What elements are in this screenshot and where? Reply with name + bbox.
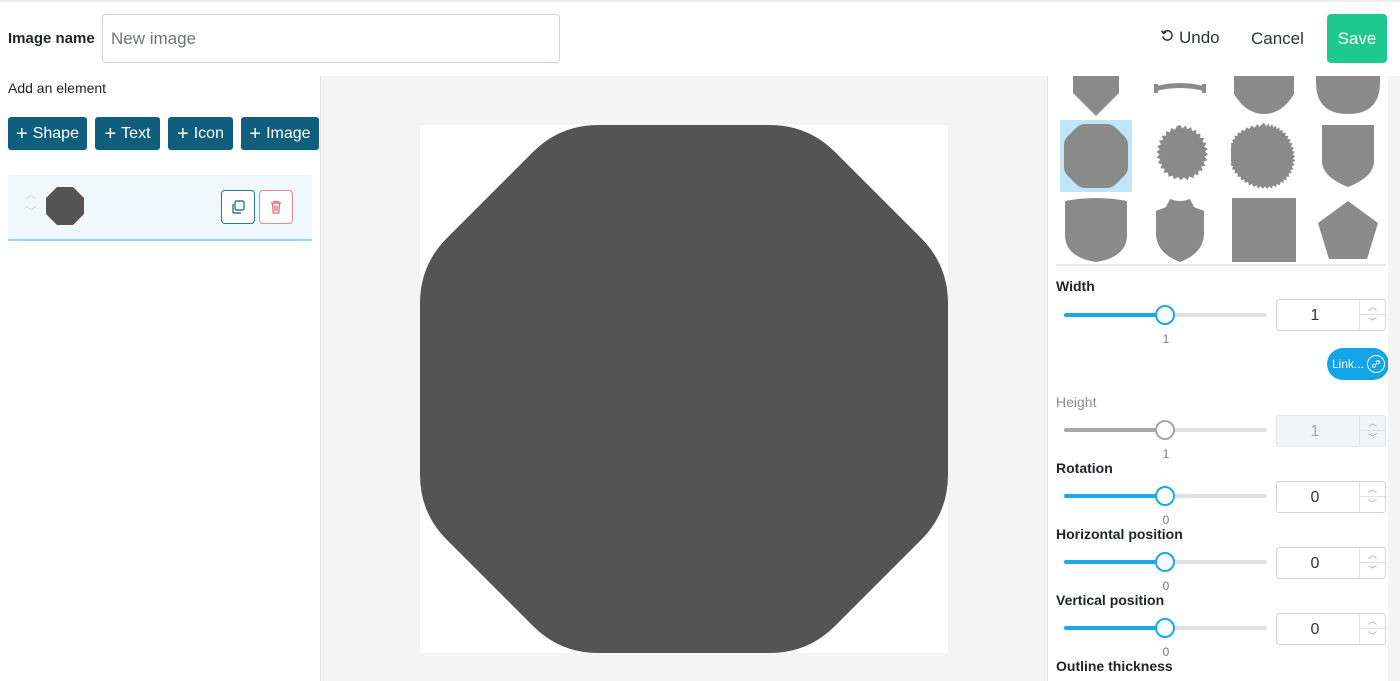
width-input-value: 1	[1310, 307, 1320, 324]
properties-panel: Width 1 1 ︿ ﹀ Link... Height 1 1 ︿ ﹀ Rotat…	[1047, 76, 1400, 681]
height-slider	[1064, 420, 1267, 440]
width-slider-value: 1	[1162, 332, 1170, 346]
design-canvas[interactable]	[420, 125, 948, 653]
add-element-label: Add an element	[8, 80, 107, 96]
horizontal-position-slider-value: 0	[1162, 579, 1170, 593]
add-icon-button[interactable]: + Icon	[168, 117, 233, 150]
image-name-input[interactable]	[102, 14, 560, 63]
shape-shield-pointed[interactable]	[1060, 76, 1132, 118]
plus-icon: +	[16, 122, 28, 145]
undo-button[interactable]: Undo	[1160, 28, 1220, 48]
horizontal-position-input-value: 0	[1310, 555, 1320, 572]
shape-picker	[1056, 76, 1386, 266]
add-image-label: Image	[266, 124, 311, 142]
increment-icon[interactable]: ︿	[1360, 548, 1385, 563]
width-slider[interactable]	[1064, 305, 1267, 325]
shape-shield-crest[interactable]	[1144, 194, 1216, 266]
app-root: Image name Undo Cancel Save Add an eleme…	[0, 0, 1400, 681]
height-input: 1 ︿ ﹀	[1276, 415, 1386, 447]
canvas-octagon-shape[interactable]	[420, 125, 948, 653]
chevron-down-icon[interactable]: ﹀	[24, 204, 38, 221]
decrement-icon: ﹀	[1367, 433, 1377, 443]
width-input[interactable]: 1 ︿ ﹀	[1276, 299, 1386, 331]
shape-starburst-large[interactable]	[1228, 120, 1300, 192]
shape-shield-tall[interactable]	[1060, 194, 1132, 266]
plus-icon: +	[249, 122, 262, 145]
rotation-input-value: 0	[1310, 489, 1320, 506]
canvas-area	[320, 76, 1047, 681]
horizontal-position-input[interactable]: 0 ︿ ﹀	[1276, 547, 1386, 579]
vertical-position-label: Vertical position	[1056, 592, 1165, 608]
rotation-label: Rotation	[1056, 460, 1113, 476]
duplicate-icon	[232, 200, 245, 214]
shape-octagon[interactable]	[1060, 120, 1132, 192]
decrement-icon[interactable]: ﹀	[1360, 315, 1385, 330]
vertical-position-input-value: 0	[1310, 621, 1320, 638]
trash-icon	[271, 200, 281, 214]
undo-icon	[1160, 28, 1175, 48]
increment-icon[interactable]: ︿	[1360, 300, 1385, 315]
height-input-value: 1	[1310, 423, 1320, 440]
link-icon	[1367, 355, 1386, 373]
add-image-button[interactable]: + Image	[241, 117, 319, 150]
shape-pentagon[interactable]	[1312, 194, 1384, 266]
undo-label: Undo	[1179, 28, 1220, 47]
elements-panel: Add an element + Shape + Text + Icon + I…	[0, 76, 320, 681]
save-button[interactable]: Save	[1327, 14, 1387, 63]
add-shape-button[interactable]: + Shape	[8, 117, 87, 150]
rotation-slider[interactable]	[1064, 486, 1267, 506]
chevron-up-icon[interactable]: ︿	[24, 187, 38, 204]
decrement-icon[interactable]: ﹀	[1360, 563, 1385, 578]
add-icon-label: Icon	[193, 124, 224, 142]
vertical-position-slider[interactable]	[1064, 618, 1267, 638]
add-text-button[interactable]: + Text	[95, 117, 160, 150]
properties-scrollbar[interactable]	[1388, 76, 1400, 681]
layer-item[interactable]: ︿ ﹀	[8, 175, 312, 241]
vertical-position-input[interactable]: 0 ︿ ﹀	[1276, 613, 1386, 645]
plus-icon: +	[104, 122, 117, 145]
shape-banner-ribbon[interactable]	[1144, 76, 1216, 118]
increment-icon[interactable]: ︿	[1360, 482, 1385, 497]
shape-square[interactable]	[1228, 194, 1300, 266]
rotation-input[interactable]: 0 ︿ ﹀	[1276, 481, 1386, 513]
increment-icon[interactable]: ︿	[1360, 614, 1385, 629]
starburst-large-icon	[1231, 123, 1296, 189]
image-name-label: Image name	[8, 30, 95, 47]
plus-icon: +	[177, 122, 189, 145]
height-slider-value: 1	[1162, 447, 1170, 461]
horizontal-position-label: Horizontal position	[1056, 526, 1183, 542]
width-label: Width	[1056, 278, 1095, 294]
link-aspect-button[interactable]: Link...	[1327, 348, 1389, 380]
decrement-icon[interactable]: ﹀	[1360, 497, 1385, 512]
top-bar: Image name Undo Cancel Save	[0, 0, 1400, 76]
add-text-label: Text	[121, 124, 151, 142]
shape-shield-rounded[interactable]	[1228, 76, 1300, 118]
shape-shield-round-bottom[interactable]	[1312, 76, 1384, 118]
rotation-slider-value: 0	[1162, 513, 1170, 527]
link-label: Link...	[1332, 357, 1365, 371]
height-label: Height	[1056, 394, 1097, 410]
layer-octagon-thumbnail	[46, 187, 84, 225]
shape-shield-classic[interactable]	[1312, 120, 1384, 192]
layer-reorder-handle[interactable]: ︿ ﹀	[24, 187, 38, 223]
shape-starburst-small[interactable]	[1144, 120, 1216, 192]
outline-thickness-label: Outline thickness	[1056, 658, 1173, 674]
duplicate-layer-button[interactable]	[221, 190, 255, 224]
delete-layer-button[interactable]	[259, 190, 293, 224]
starburst-small-icon	[1156, 125, 1208, 181]
decrement-icon[interactable]: ﹀	[1360, 629, 1385, 644]
top-divider	[0, 0, 1400, 2]
vertical-position-slider-value: 0	[1162, 645, 1170, 659]
cancel-button[interactable]: Cancel	[1251, 29, 1304, 49]
add-shape-label: Shape	[32, 124, 79, 142]
horizontal-position-slider[interactable]	[1064, 552, 1267, 572]
increment-icon: ︿	[1360, 416, 1385, 431]
